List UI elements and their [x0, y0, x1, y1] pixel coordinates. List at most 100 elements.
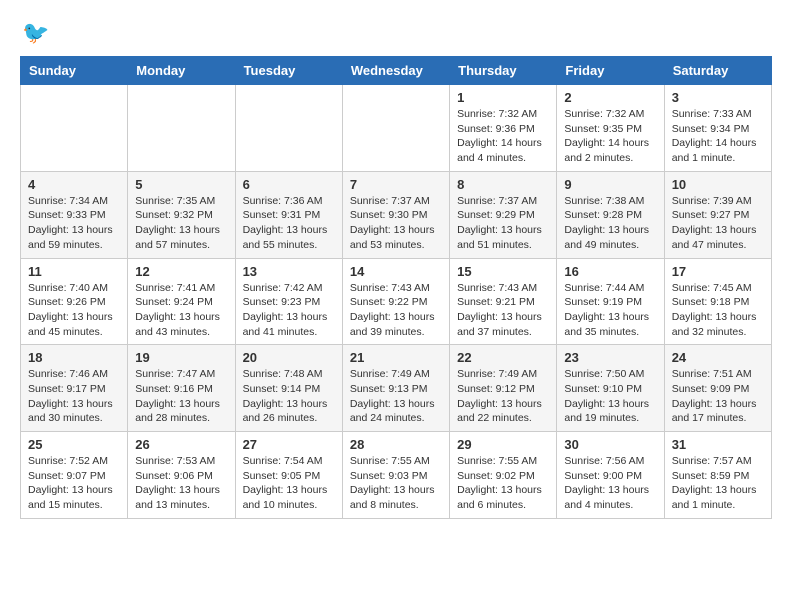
calendar-header-friday: Friday: [557, 57, 664, 85]
calendar-header-tuesday: Tuesday: [235, 57, 342, 85]
calendar-cell-2-2: 5 Sunrise: 7:35 AM Sunset: 9:32 PM Daylig…: [128, 171, 235, 258]
day-number: 17: [672, 264, 764, 279]
day-info: Sunrise: 7:37 AM Sunset: 9:29 PM Dayligh…: [457, 194, 549, 253]
calendar-cell-5-2: 26 Sunrise: 7:53 AM Sunset: 9:06 PM Dayli…: [128, 432, 235, 519]
day-info: Sunrise: 7:52 AM Sunset: 9:07 PM Dayligh…: [28, 454, 120, 513]
day-number: 2: [564, 90, 656, 105]
day-info: Sunrise: 7:56 AM Sunset: 9:00 PM Dayligh…: [564, 454, 656, 513]
day-info: Sunrise: 7:35 AM Sunset: 9:32 PM Dayligh…: [135, 194, 227, 253]
day-info: Sunrise: 7:49 AM Sunset: 9:13 PM Dayligh…: [350, 367, 442, 426]
calendar-header-thursday: Thursday: [450, 57, 557, 85]
calendar-cell-1-5: 1 Sunrise: 7:32 AM Sunset: 9:36 PM Daylig…: [450, 85, 557, 172]
calendar-cell-3-1: 11 Sunrise: 7:40 AM Sunset: 9:26 PM Dayli…: [21, 258, 128, 345]
calendar-cell-5-7: 31Sunrise: 7:57 AM Sunset: 8:59 PM Dayli…: [664, 432, 771, 519]
day-number: 1: [457, 90, 549, 105]
calendar-cell-1-1: [21, 85, 128, 172]
day-number: 5: [135, 177, 227, 192]
calendar-week-row-1: 1 Sunrise: 7:32 AM Sunset: 9:36 PM Daylig…: [21, 85, 772, 172]
day-number: 9: [564, 177, 656, 192]
day-number: 21: [350, 350, 442, 365]
calendar-header-row: SundayMondayTuesdayWednesdayThursdayFrid…: [21, 57, 772, 85]
calendar-header-sunday: Sunday: [21, 57, 128, 85]
day-number: 16: [564, 264, 656, 279]
day-info: Sunrise: 7:53 AM Sunset: 9:06 PM Dayligh…: [135, 454, 227, 513]
calendar-cell-1-7: 3 Sunrise: 7:33 AM Sunset: 9:34 PM Daylig…: [664, 85, 771, 172]
day-number: 30: [564, 437, 656, 452]
day-number: 14: [350, 264, 442, 279]
calendar-cell-5-3: 27 Sunrise: 7:54 AM Sunset: 9:05 PM Dayli…: [235, 432, 342, 519]
day-number: 28: [350, 437, 442, 452]
day-number: 12: [135, 264, 227, 279]
day-number: 27: [243, 437, 335, 452]
calendar-cell-4-5: 22 Sunrise: 7:49 AM Sunset: 9:12 PM Dayli…: [450, 345, 557, 432]
day-number: 6: [243, 177, 335, 192]
calendar-cell-3-2: 12 Sunrise: 7:41 AM Sunset: 9:24 PM Dayli…: [128, 258, 235, 345]
day-info: Sunrise: 7:43 AM Sunset: 9:21 PM Dayligh…: [457, 281, 549, 340]
calendar-cell-2-1: 4Sunrise: 7:34 AM Sunset: 9:33 PM Daylig…: [21, 171, 128, 258]
day-info: Sunrise: 7:54 AM Sunset: 9:05 PM Dayligh…: [243, 454, 335, 513]
calendar-cell-4-3: 20 Sunrise: 7:48 AM Sunset: 9:14 PM Dayli…: [235, 345, 342, 432]
day-number: 29: [457, 437, 549, 452]
day-info: Sunrise: 7:38 AM Sunset: 9:28 PM Dayligh…: [564, 194, 656, 253]
calendar-cell-2-7: 10Sunrise: 7:39 AM Sunset: 9:27 PM Dayli…: [664, 171, 771, 258]
calendar-header-monday: Monday: [128, 57, 235, 85]
day-info: Sunrise: 7:42 AM Sunset: 9:23 PM Dayligh…: [243, 281, 335, 340]
calendar-week-row-2: 4Sunrise: 7:34 AM Sunset: 9:33 PM Daylig…: [21, 171, 772, 258]
day-info: Sunrise: 7:37 AM Sunset: 9:30 PM Dayligh…: [350, 194, 442, 253]
day-info: Sunrise: 7:55 AM Sunset: 9:03 PM Dayligh…: [350, 454, 442, 513]
day-number: 23: [564, 350, 656, 365]
day-info: Sunrise: 7:32 AM Sunset: 9:36 PM Dayligh…: [457, 107, 549, 166]
day-info: Sunrise: 7:51 AM Sunset: 9:09 PM Dayligh…: [672, 367, 764, 426]
day-number: 24: [672, 350, 764, 365]
calendar-cell-5-5: 29 Sunrise: 7:55 AM Sunset: 9:02 PM Dayli…: [450, 432, 557, 519]
calendar-cell-4-7: 24 Sunrise: 7:51 AM Sunset: 9:09 PM Dayli…: [664, 345, 771, 432]
calendar-week-row-3: 11 Sunrise: 7:40 AM Sunset: 9:26 PM Dayli…: [21, 258, 772, 345]
calendar-cell-3-4: 14 Sunrise: 7:43 AM Sunset: 9:22 PM Dayli…: [342, 258, 449, 345]
logo: 🐦: [20, 20, 49, 46]
calendar-cell-3-7: 17Sunrise: 7:45 AM Sunset: 9:18 PM Dayli…: [664, 258, 771, 345]
day-info: Sunrise: 7:49 AM Sunset: 9:12 PM Dayligh…: [457, 367, 549, 426]
calendar-cell-3-6: 16Sunrise: 7:44 AM Sunset: 9:19 PM Dayli…: [557, 258, 664, 345]
day-info: Sunrise: 7:40 AM Sunset: 9:26 PM Dayligh…: [28, 281, 120, 340]
day-number: 7: [350, 177, 442, 192]
calendar-cell-4-4: 21 Sunrise: 7:49 AM Sunset: 9:13 PM Dayli…: [342, 345, 449, 432]
day-number: 25: [28, 437, 120, 452]
day-number: 18: [28, 350, 120, 365]
day-info: Sunrise: 7:55 AM Sunset: 9:02 PM Dayligh…: [457, 454, 549, 513]
calendar-cell-2-5: 8 Sunrise: 7:37 AM Sunset: 9:29 PM Daylig…: [450, 171, 557, 258]
day-number: 26: [135, 437, 227, 452]
calendar-cell-2-3: 6 Sunrise: 7:36 AM Sunset: 9:31 PM Daylig…: [235, 171, 342, 258]
day-number: 3: [672, 90, 764, 105]
day-info: Sunrise: 7:34 AM Sunset: 9:33 PM Dayligh…: [28, 194, 120, 253]
calendar-week-row-4: 18Sunrise: 7:46 AM Sunset: 9:17 PM Dayli…: [21, 345, 772, 432]
calendar-week-row-5: 25 Sunrise: 7:52 AM Sunset: 9:07 PM Dayli…: [21, 432, 772, 519]
calendar-cell-3-3: 13 Sunrise: 7:42 AM Sunset: 9:23 PM Dayli…: [235, 258, 342, 345]
day-number: 20: [243, 350, 335, 365]
day-info: Sunrise: 7:57 AM Sunset: 8:59 PM Dayligh…: [672, 454, 764, 513]
logo-bird-icon: 🐦: [22, 20, 49, 46]
calendar-cell-2-6: 9 Sunrise: 7:38 AM Sunset: 9:28 PM Daylig…: [557, 171, 664, 258]
day-number: 13: [243, 264, 335, 279]
day-info: Sunrise: 7:50 AM Sunset: 9:10 PM Dayligh…: [564, 367, 656, 426]
calendar-cell-2-4: 7 Sunrise: 7:37 AM Sunset: 9:30 PM Daylig…: [342, 171, 449, 258]
calendar-cell-1-2: [128, 85, 235, 172]
calendar-cell-1-6: 2 Sunrise: 7:32 AM Sunset: 9:35 PM Daylig…: [557, 85, 664, 172]
day-info: Sunrise: 7:43 AM Sunset: 9:22 PM Dayligh…: [350, 281, 442, 340]
calendar-cell-1-3: [235, 85, 342, 172]
calendar-cell-5-4: 28 Sunrise: 7:55 AM Sunset: 9:03 PM Dayli…: [342, 432, 449, 519]
day-info: Sunrise: 7:33 AM Sunset: 9:34 PM Dayligh…: [672, 107, 764, 166]
day-info: Sunrise: 7:39 AM Sunset: 9:27 PM Dayligh…: [672, 194, 764, 253]
calendar-cell-4-1: 18Sunrise: 7:46 AM Sunset: 9:17 PM Dayli…: [21, 345, 128, 432]
day-number: 15: [457, 264, 549, 279]
day-number: 22: [457, 350, 549, 365]
day-number: 11: [28, 264, 120, 279]
calendar-cell-4-2: 19Sunrise: 7:47 AM Sunset: 9:16 PM Dayli…: [128, 345, 235, 432]
day-info: Sunrise: 7:32 AM Sunset: 9:35 PM Dayligh…: [564, 107, 656, 166]
calendar-header-wednesday: Wednesday: [342, 57, 449, 85]
day-info: Sunrise: 7:48 AM Sunset: 9:14 PM Dayligh…: [243, 367, 335, 426]
calendar-cell-3-5: 15 Sunrise: 7:43 AM Sunset: 9:21 PM Dayli…: [450, 258, 557, 345]
calendar-cell-1-4: [342, 85, 449, 172]
day-info: Sunrise: 7:41 AM Sunset: 9:24 PM Dayligh…: [135, 281, 227, 340]
day-number: 8: [457, 177, 549, 192]
day-info: Sunrise: 7:36 AM Sunset: 9:31 PM Dayligh…: [243, 194, 335, 253]
